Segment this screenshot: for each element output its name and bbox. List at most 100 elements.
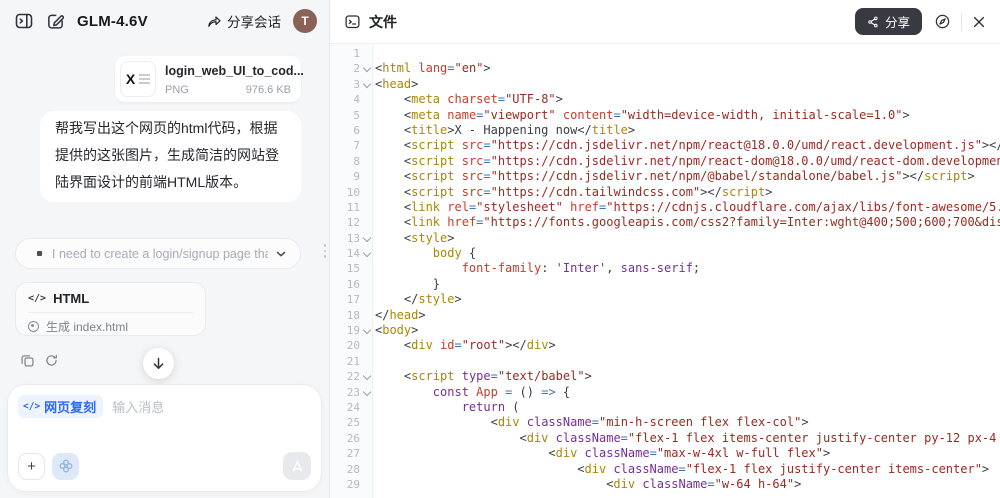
code-line-content: <script src="https://cdn.tailwindcss.com…	[373, 185, 1000, 200]
code-line-content: <div id="root"></div>	[373, 338, 1000, 353]
avatar[interactable]: T	[293, 9, 317, 33]
thinking-dropdown[interactable]: I need to create a login/signup page tha…	[15, 238, 301, 269]
code-line: 1	[330, 46, 1000, 61]
panel-resize-handle[interactable]	[322, 242, 329, 260]
code-line: 28 <div className="flex-1 flex justify-c…	[330, 462, 1000, 477]
code-line-content: <head>	[373, 77, 1000, 92]
fold-chevron-icon[interactable]	[360, 246, 373, 261]
html-artifact-card[interactable]: </> HTML 生成 index.html	[15, 282, 206, 336]
line-number: 13	[330, 231, 360, 246]
code-line: 6 <title>X - Happening now</title>	[330, 123, 1000, 138]
file-size: 976.6 KB	[246, 84, 291, 96]
user-message-bubble: 帮我写出这个网页的html代码，根据提供的这张图片，生成简洁的网站登陆界面设计的…	[40, 111, 301, 202]
thinking-summary: I need to create a login/signup page tha…	[52, 247, 268, 261]
app-window: GLM-4.6V 分享会话 T X login_web_UI_to_cod...…	[0, 0, 1000, 498]
code-line: 18 </head>	[330, 308, 1000, 323]
attached-file-card[interactable]: X login_web_UI_to_cod... PNG 976.6 KB	[115, 56, 301, 102]
file-type: PNG	[165, 84, 189, 96]
agent-mode-button[interactable]	[52, 453, 79, 480]
file-name: login_web_UI_to_cod...	[165, 64, 304, 78]
fold-chevron-icon[interactable]	[360, 369, 373, 384]
code-line-content: </head>	[373, 308, 1000, 323]
fold-gutter	[360, 338, 373, 353]
fold-chevron-icon[interactable]	[360, 77, 373, 92]
message-actions	[20, 353, 59, 368]
line-number: 4	[330, 92, 360, 107]
line-number: 8	[330, 154, 360, 169]
line-number: 24	[330, 400, 360, 415]
line-number: 19	[330, 323, 360, 338]
line-number: 11	[330, 200, 360, 215]
fold-chevron-icon[interactable]	[360, 323, 373, 338]
line-number: 23	[330, 385, 360, 400]
code-line: 24 return (	[330, 400, 1000, 415]
new-chat-icon[interactable]	[46, 12, 65, 31]
fold-gutter	[360, 123, 373, 138]
message-composer[interactable]: </> 网页复刻 输入消息 +	[8, 385, 321, 491]
line-number: 15	[330, 261, 360, 276]
code-line-content: body {	[373, 246, 1000, 261]
message-input-placeholder[interactable]: 输入消息	[112, 397, 164, 416]
preview-compass-icon[interactable]	[934, 13, 951, 30]
skill-badge[interactable]: </> 网页复刻	[18, 395, 103, 418]
line-number: 7	[330, 138, 360, 153]
regenerate-icon[interactable]	[44, 353, 59, 368]
code-line: 29 <div className="w-64 h-64">	[330, 477, 1000, 492]
code-line-content: <script src="https://cdn.jsdelivr.net/np…	[373, 154, 1000, 169]
code-line-content: <body>	[373, 323, 1000, 338]
code-line-content: <script type="text/babel">	[373, 369, 1000, 384]
scroll-down-icon	[151, 356, 166, 371]
fold-chevron-icon[interactable]	[360, 61, 373, 76]
share-file-button[interactable]: 分享	[855, 8, 922, 35]
close-icon[interactable]	[972, 15, 986, 29]
code-line-content: const App = () => {	[373, 385, 1000, 400]
code-line: 21	[330, 354, 1000, 369]
file-thumbnail: X	[120, 61, 156, 97]
line-number: 17	[330, 292, 360, 307]
fold-chevron-icon[interactable]	[360, 231, 373, 246]
code-line: 19 <body>	[330, 323, 1000, 338]
line-number: 26	[330, 431, 360, 446]
status-dot-icon	[28, 321, 39, 332]
fold-gutter	[360, 215, 373, 230]
share-arrow-icon	[206, 13, 222, 29]
fold-gutter	[360, 354, 373, 369]
fold-gutter	[360, 108, 373, 123]
fold-gutter	[360, 169, 373, 184]
line-number: 28	[330, 462, 360, 477]
x-logo: X	[126, 71, 135, 87]
code-line: 13 <style>	[330, 231, 1000, 246]
copy-icon[interactable]	[20, 353, 35, 368]
fold-gutter	[360, 277, 373, 292]
code-line-content: font-family: 'Inter', sans-serif;	[373, 261, 1000, 276]
share-conversation-button[interactable]: 分享会话	[206, 11, 281, 31]
line-number: 5	[330, 108, 360, 123]
code-line-content: <div className="min-h-screen flex flex-c…	[373, 415, 1000, 430]
sidebar-toggle-icon[interactable]	[14, 11, 34, 31]
line-number: 21	[330, 354, 360, 369]
scroll-to-bottom-button[interactable]	[143, 348, 174, 379]
code-line-content	[373, 46, 1000, 61]
fold-gutter	[360, 261, 373, 276]
line-number: 27	[330, 446, 360, 461]
code-line-content: <link href="https://fonts.googleapis.com…	[373, 215, 1000, 230]
line-number: 29	[330, 477, 360, 492]
header-divider	[961, 13, 962, 31]
code-lines: 12<html lang="en">3<head>4 <meta charset…	[330, 44, 1000, 492]
line-number: 1	[330, 46, 360, 61]
file-icon	[344, 13, 361, 30]
code-line-content: }	[373, 277, 1000, 292]
fold-chevron-icon[interactable]	[360, 385, 373, 400]
line-number: 6	[330, 123, 360, 138]
fold-gutter	[360, 462, 373, 477]
clover-icon	[58, 458, 74, 474]
line-number: 20	[330, 338, 360, 353]
line-number: 16	[330, 277, 360, 292]
code-line: 22 <script type="text/babel">	[330, 369, 1000, 384]
send-button[interactable]	[283, 452, 311, 480]
code-line: 14 body {	[330, 246, 1000, 261]
code-area[interactable]: 12<html lang="en">3<head>4 <meta charset…	[330, 44, 1000, 498]
share-conversation-label: 分享会话	[227, 11, 281, 31]
line-number: 18	[330, 308, 360, 323]
add-attachment-button[interactable]: +	[18, 453, 45, 480]
